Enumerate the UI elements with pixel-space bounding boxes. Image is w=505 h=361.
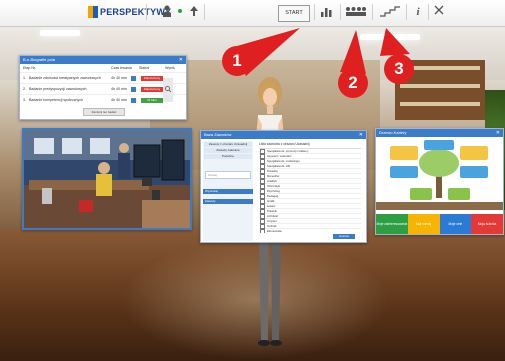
- callout-2: 2: [338, 68, 368, 98]
- callout-3: 3: [384, 54, 414, 84]
- virtual-office-scene: PERSPEKTYWY START i B-n-Biografie pola ✕…: [0, 0, 505, 361]
- callout-1: 1: [222, 46, 252, 76]
- callout-pointers: [230, 28, 410, 76]
